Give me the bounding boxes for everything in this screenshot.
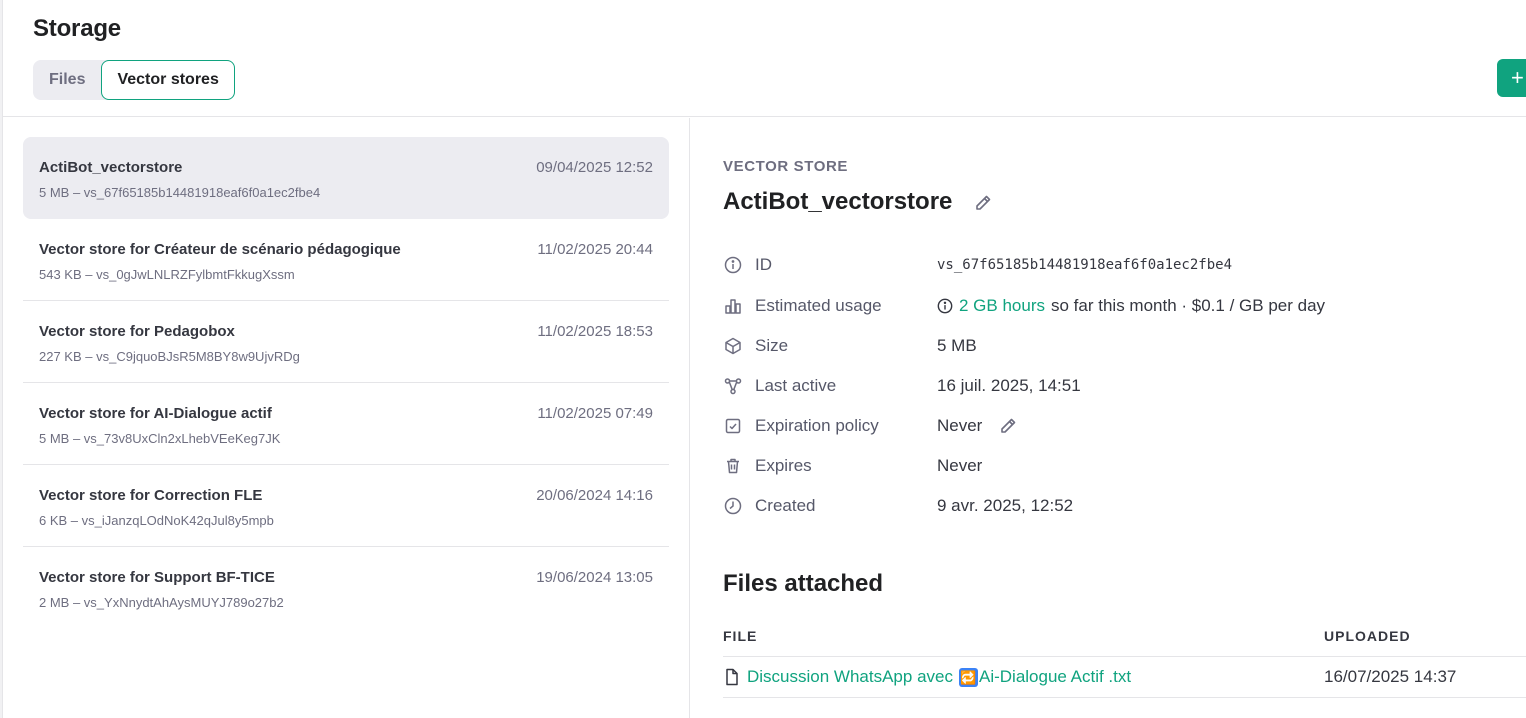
repeat-emoji-icon: 🔁 [958,667,978,687]
store-date: 20/06/2024 14:16 [536,487,653,504]
store-id-value[interactable]: vs_67f65185b14481918eaf6f0a1ec2fbe4 [937,257,1232,273]
store-meta: 2 MB – vs_YxNnydtAhAysMUYJ789o27b2 [39,595,284,610]
store-date: 11/02/2025 07:49 [537,405,653,422]
file-link[interactable]: Discussion WhatsApp avec 🔁 Ai-Dialogue A… [723,667,1131,687]
store-meta: 6 KB – vs_iJanzqLOdNoK42qJul8y5mpb [39,513,274,528]
cube-icon [723,336,743,356]
vector-store-item[interactable]: Vector store for Support BF-TICE 2 MB – … [23,547,669,629]
property-last-active: Last active 16 juil. 2025, 14:51 [723,374,1503,398]
property-size: Size 5 MB [723,334,1503,358]
nodes-icon [723,376,743,396]
file-row: Discussion WhatsApp avec 🔁 Ai-Dialogue A… [723,658,1526,698]
calendar-check-icon [723,416,743,436]
store-meta: 5 MB – vs_67f65185b14481918eaf6f0a1ec2fb… [39,185,321,200]
divider [723,697,1526,698]
file-uploaded-date: 16/07/2025 14:37 [1324,667,1457,686]
property-label: Expires [755,456,812,475]
store-date: 11/02/2025 20:44 [537,241,653,258]
store-meta: 227 KB – vs_C9jquoBJsR5M8BY8w9UjvRDg [39,349,300,364]
pencil-icon[interactable] [973,193,993,213]
vector-store-item[interactable]: Vector store for AI-Dialogue actif 5 MB … [23,383,669,465]
file-name-suffix: Ai-Dialogue Actif .txt [978,667,1132,686]
usage-value: 2 GB hours so far this month · $0.1 / GB… [937,296,1325,316]
property-id: ID vs_67f65185b14481918eaf6f0a1ec2fbe4 [723,253,1503,277]
property-label: Estimated usage [755,296,882,315]
trash-icon [723,456,743,476]
create-button[interactable]: + [1497,59,1526,97]
bar-chart-icon [723,296,743,316]
property-expires: Expires Never [723,454,1503,478]
file-name-prefix: Discussion WhatsApp avec [747,667,953,686]
clock-icon [723,496,743,516]
file-icon [726,668,738,686]
plus-icon: + [1511,65,1524,90]
property-label: Last active [755,376,837,395]
column-header-uploaded: UPLOADED [1324,628,1411,644]
property-label: ID [755,255,772,274]
divider [723,656,1526,657]
vector-store-item[interactable]: Vector store for Pedagobox 227 KB – vs_C… [23,301,669,383]
store-meta: 5 MB – vs_73v8UxCln2xLhebVEeKeg7JK [39,431,281,446]
usage-link[interactable]: 2 GB hours [959,296,1045,316]
store-meta: 543 KB – vs_0gJwLNLRZFylbmtFkkugXssm [39,267,295,282]
property-label: Size [755,336,789,355]
property-created: Created 9 avr. 2025, 12:52 [723,494,1503,518]
vector-store-list: ActiBot_vectorstore 5 MB – vs_67f65185b1… [3,118,690,718]
column-header-file: FILE [723,628,758,644]
vector-store-item[interactable]: Vector store for Correction FLE 6 KB – v… [23,465,669,547]
store-name: Vector store for Support BF-TICE [39,569,275,586]
store-name: Vector store for Pedagobox [39,323,235,340]
store-name: Vector store for Correction FLE [39,487,263,504]
property-label: Created [755,496,816,515]
store-name: Vector store for AI-Dialogue actif [39,405,272,422]
vector-store-item[interactable]: Vector store for Créateur de scénario pé… [23,219,669,301]
section-label: VECTOR STORE [723,158,849,175]
store-name: Vector store for Créateur de scénario pé… [39,241,401,258]
page-title: Storage [33,15,121,42]
info-icon[interactable] [937,298,953,314]
property-expiration-policy: Expiration policy Never [723,414,1503,438]
created-value: 9 avr. 2025, 12:52 [937,496,1074,515]
expires-value: Never [937,456,983,475]
tab-files[interactable]: Files [33,60,101,100]
last-active-value: 16 juil. 2025, 14:51 [937,376,1081,395]
files-attached-title: Files attached [723,570,884,597]
size-value: 5 MB [937,336,977,355]
property-usage: Estimated usage 2 GB hours so far this m… [723,294,1503,318]
store-name: ActiBot_vectorstore [39,159,183,176]
store-date: 11/02/2025 18:53 [537,323,653,340]
usage-rest: so far this month · $0.1 / GB per day [1051,296,1326,315]
vector-store-item[interactable]: ActiBot_vectorstore 5 MB – vs_67f65185b1… [23,137,669,219]
expiration-policy-value: Never [937,416,983,435]
vector-store-detail: VECTOR STORE ActiBot_vectorstore ID vs_6… [690,118,1526,718]
page-header: Storage Files Vector stores + [3,0,1526,117]
tab-vector-stores[interactable]: Vector stores [101,60,235,100]
expiration-value: Never [937,416,1018,436]
detail-title: ActiBot_vectorstore [723,188,953,215]
pencil-icon[interactable] [998,416,1018,436]
info-icon [723,255,743,275]
property-label: Expiration policy [755,416,879,435]
storage-tabs: Files Vector stores [33,60,235,100]
store-date: 19/06/2024 13:05 [536,569,653,586]
store-date: 09/04/2025 12:52 [536,159,653,176]
